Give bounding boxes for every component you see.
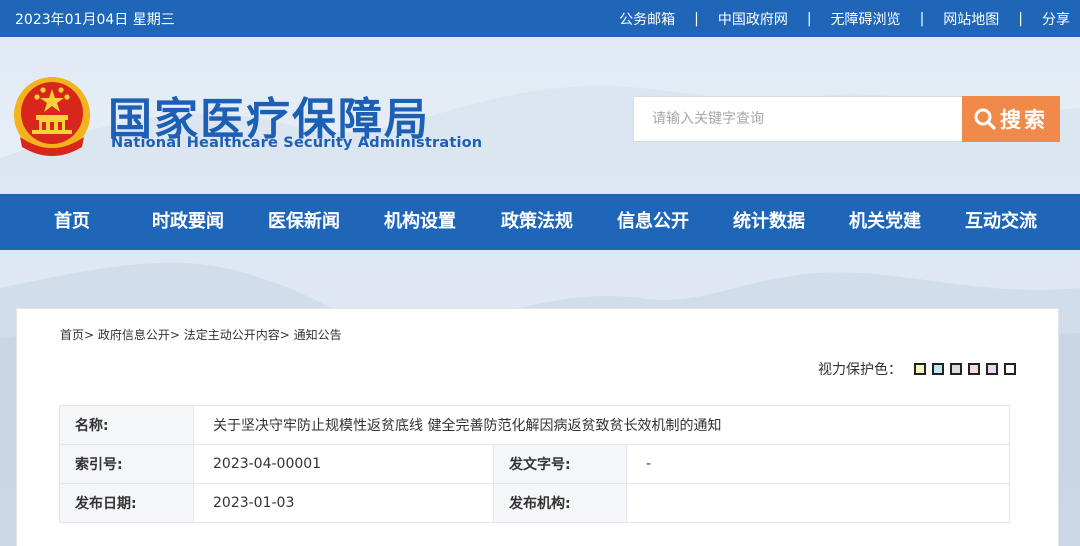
breadcrumb-statutory-content[interactable]: 法定主动公开内容> (184, 328, 290, 342)
content-panel: 首页> 政府信息公开> 法定主动公开内容> 通知公告 视力保护色： 名称: 关于… (16, 308, 1059, 546)
nav-home[interactable]: 首页 (54, 194, 90, 250)
top-links: 公务邮箱 | 中国政府网 | 无障碍浏览 | 网站地图 | 分享 (619, 9, 1070, 29)
separator: | (1018, 10, 1023, 27)
nav-policies[interactable]: 政策法规 (501, 194, 573, 250)
index-value: 2023-04-00001 (193, 444, 494, 484)
search-icon (974, 108, 996, 130)
table-row: 名称: 关于坚决守牢防止规模性返贫底线 健全完善防范化解因病返贫致贫长效机制的通… (59, 405, 1010, 445)
nav-healthcare-news[interactable]: 医保新闻 (268, 194, 340, 250)
link-gov-cn[interactable]: 中国政府网 (718, 9, 788, 29)
table-row: 索引号: 2023-04-00001 发文字号: - (59, 444, 1010, 484)
color-swatch-pink[interactable] (968, 363, 980, 375)
separator: | (919, 10, 925, 27)
publish-date-label: 发布日期: (59, 483, 194, 523)
search-input[interactable] (633, 96, 963, 142)
breadcrumb-gov-info[interactable]: 政府信息公开> (98, 328, 180, 342)
name-label: 名称: (59, 405, 194, 445)
nav-info-disclosure[interactable]: 信息公开 (617, 194, 689, 250)
separator: | (806, 10, 812, 27)
nav-party-building[interactable]: 机关党建 (849, 194, 921, 250)
breadcrumb-home[interactable]: 首页> (60, 328, 94, 342)
site-header: 国家医疗保障局 National Healthcare Security Adm… (0, 37, 1080, 194)
national-emblem-icon[interactable] (12, 75, 92, 159)
eye-protection-label: 视力保护色： (818, 362, 902, 378)
eye-protection-colors: 视力保护色： (818, 359, 1016, 379)
breadcrumb-notices[interactable]: 通知公告 (294, 328, 342, 342)
link-accessibility[interactable]: 无障碍浏览 (831, 9, 901, 29)
link-official-mail[interactable]: 公务邮箱 (619, 9, 675, 29)
document-info-table: 名称: 关于坚决守牢防止规模性返贫底线 健全完善防范化解因病返贫致贫长效机制的通… (59, 405, 1010, 523)
search-button-label: 搜索 (1000, 109, 1048, 132)
doc-number-label: 发文字号: (493, 444, 627, 484)
nav-interaction[interactable]: 互动交流 (965, 194, 1037, 250)
index-label: 索引号: (59, 444, 194, 484)
color-swatch-gray[interactable] (950, 363, 962, 375)
current-date: 2023年01月04日 星期三 (15, 11, 175, 28)
link-sitemap[interactable]: 网站地图 (943, 9, 999, 29)
breadcrumb: 首页> 政府信息公开> 法定主动公开内容> 通知公告 (60, 326, 342, 343)
link-share[interactable]: 分享 (1042, 9, 1070, 29)
publisher-label: 发布机构: (493, 483, 627, 523)
name-value: 关于坚决守牢防止规模性返贫底线 健全完善防范化解因病返贫致贫长效机制的通知 (193, 405, 1010, 445)
separator: | (694, 10, 699, 27)
search-button[interactable]: 搜索 (962, 96, 1060, 142)
color-swatch-yellow[interactable] (914, 363, 926, 375)
nav-politics-news[interactable]: 时政要闻 (152, 194, 224, 250)
publisher-value (626, 483, 1010, 523)
nav-organization[interactable]: 机构设置 (384, 194, 456, 250)
color-swatch-blue[interactable] (932, 363, 944, 375)
publish-date-value: 2023-01-03 (193, 483, 494, 523)
top-bar: 2023年01月04日 星期三 公务邮箱 | 中国政府网 | 无障碍浏览 | 网… (0, 0, 1080, 37)
main-nav: 首页 时政要闻 医保新闻 机构设置 政策法规 信息公开 统计数据 机关党建 互动… (0, 194, 1080, 250)
logo-title-en[interactable]: National Healthcare Security Administrat… (111, 135, 482, 151)
doc-number-value: - (626, 444, 1010, 484)
color-swatch-purple[interactable] (986, 363, 998, 375)
table-row: 发布日期: 2023-01-03 发布机构: (59, 483, 1010, 523)
nav-statistics[interactable]: 统计数据 (733, 194, 805, 250)
color-swatch-white[interactable] (1004, 363, 1016, 375)
